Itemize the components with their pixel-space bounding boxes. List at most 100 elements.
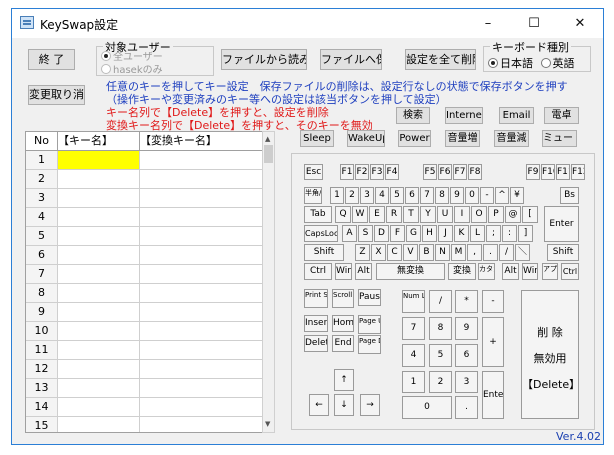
- key-letter[interactable]: T: [403, 206, 419, 223]
- keyname-cell[interactable]: [58, 170, 140, 189]
- key-function[interactable]: F3: [370, 164, 384, 180]
- key-numpad-subtract[interactable]: -: [482, 290, 504, 313]
- special-key-button[interactable]: ミュート: [542, 130, 577, 147]
- keyname-cell[interactable]: [58, 265, 140, 284]
- key-letter[interactable]: O: [471, 206, 487, 223]
- key-number[interactable]: 2: [345, 187, 359, 204]
- kb-japanese-radio[interactable]: 日本語: [488, 57, 533, 70]
- table-row[interactable]: 8: [26, 284, 274, 303]
- scroll-down-icon[interactable]: ▼: [265, 420, 270, 428]
- key-numpad[interactable]: 9: [455, 317, 478, 340]
- keyname-cell[interactable]: [58, 284, 140, 303]
- key-tab[interactable]: Tab: [304, 206, 332, 223]
- key-letter[interactable]: I: [454, 206, 470, 223]
- key-alt-right[interactable]: Alt: [502, 263, 519, 280]
- special-key-button[interactable]: Sleep: [300, 130, 334, 147]
- key-number[interactable]: 3: [360, 187, 374, 204]
- keyname-cell[interactable]: [58, 322, 140, 341]
- key-numpad[interactable]: 6: [455, 344, 478, 367]
- target-all-radio[interactable]: 全ユーザー: [101, 51, 163, 64]
- key-letter[interactable]: ;: [486, 225, 501, 242]
- save-file-button[interactable]: ファイルへ保存: [320, 49, 382, 70]
- key-printscreen[interactable]: Print Scrn: [304, 289, 328, 308]
- table-row[interactable]: 11: [26, 341, 274, 360]
- keyname-cell[interactable]: [58, 398, 140, 417]
- key-delete[interactable]: Delete: [304, 335, 328, 352]
- key-muhenkan[interactable]: 無変換: [376, 263, 445, 280]
- key-function[interactable]: F11: [556, 164, 570, 180]
- key-bs[interactable]: Bs: [560, 187, 579, 204]
- key-win-left[interactable]: Win: [335, 263, 352, 280]
- key-function[interactable]: F10: [541, 164, 555, 180]
- convert-key-cell[interactable]: [140, 170, 274, 189]
- key-apps[interactable]: アプリ: [542, 263, 558, 280]
- table-row[interactable]: 5: [26, 227, 274, 246]
- key-letter[interactable]: @: [505, 206, 521, 223]
- key-function[interactable]: F7: [453, 164, 467, 180]
- key-numpad-dot[interactable]: .: [455, 396, 478, 419]
- key-numpad[interactable]: 8: [429, 317, 452, 340]
- keyname-cell[interactable]: [58, 417, 140, 432]
- convert-key-cell[interactable]: [140, 265, 274, 284]
- arrow-right-icon[interactable]: →: [360, 394, 380, 416]
- key-letter[interactable]: W: [352, 206, 368, 223]
- key-letter[interactable]: F: [390, 225, 405, 242]
- convert-key-cell[interactable]: [140, 360, 274, 379]
- key-letter[interactable]: Q: [335, 206, 351, 223]
- key-numlock[interactable]: Num Lock: [402, 290, 425, 313]
- key-letter[interactable]: Y: [420, 206, 436, 223]
- key-numpad-divide[interactable]: /: [429, 290, 452, 313]
- keyname-cell[interactable]: [58, 246, 140, 265]
- key-letter[interactable]: Z: [355, 244, 370, 261]
- key-letter[interactable]: :: [502, 225, 517, 242]
- key-letter[interactable]: B: [419, 244, 434, 261]
- special-key-button[interactable]: 電卓: [544, 107, 579, 124]
- undo-changes-button[interactable]: 変更取り消し: [28, 85, 85, 105]
- key-win-right[interactable]: Win: [522, 263, 538, 280]
- keyname-cell[interactable]: [58, 189, 140, 208]
- key-pause[interactable]: Pause: [358, 289, 381, 306]
- key-letter[interactable]: J: [438, 225, 453, 242]
- arrow-down-icon[interactable]: ↓: [334, 394, 354, 416]
- special-key-button[interactable]: WakeUp: [347, 130, 385, 147]
- minimize-button[interactable]: –: [465, 9, 511, 38]
- key-henkan[interactable]: 変換: [448, 263, 476, 280]
- convert-key-cell[interactable]: [140, 379, 274, 398]
- key-letter[interactable]: A: [342, 225, 357, 242]
- key-letter[interactable]: H: [422, 225, 437, 242]
- key-letter[interactable]: G: [406, 225, 421, 242]
- key-numpad[interactable]: 5: [429, 344, 452, 367]
- keyname-cell[interactable]: [58, 227, 140, 246]
- key-function[interactable]: F4: [385, 164, 399, 180]
- key-number[interactable]: 8: [435, 187, 449, 204]
- keyname-cell[interactable]: [58, 341, 140, 360]
- exit-button[interactable]: 終 了: [28, 49, 75, 70]
- key-insert[interactable]: Insert: [304, 315, 328, 332]
- convert-key-cell[interactable]: [140, 322, 274, 341]
- table-row[interactable]: 3: [26, 189, 274, 208]
- key-function[interactable]: F1: [340, 164, 354, 180]
- key-letter[interactable]: ,: [467, 244, 482, 261]
- key-esc[interactable]: Esc: [304, 164, 323, 180]
- key-function[interactable]: F5: [423, 164, 437, 180]
- keyname-cell[interactable]: [58, 360, 140, 379]
- table-scrollbar[interactable]: ▲ ▼: [262, 131, 275, 433]
- key-function[interactable]: F12: [571, 164, 585, 180]
- key-numpad-zero[interactable]: 0: [402, 396, 452, 419]
- key-letter[interactable]: E: [369, 206, 385, 223]
- key-letter[interactable]: ]: [518, 225, 533, 242]
- key-home[interactable]: Home: [332, 315, 354, 332]
- key-letter[interactable]: .: [483, 244, 498, 261]
- convert-key-cell[interactable]: [140, 341, 274, 360]
- keyname-cell[interactable]: [58, 379, 140, 398]
- key-number[interactable]: 0: [465, 187, 479, 204]
- key-numpad[interactable]: 1: [402, 371, 425, 393]
- table-row[interactable]: 14: [26, 398, 274, 417]
- table-row[interactable]: 12: [26, 360, 274, 379]
- key-hankaku[interactable]: 半角/全角: [304, 187, 322, 204]
- convert-key-cell[interactable]: [140, 208, 274, 227]
- convert-key-cell[interactable]: [140, 246, 274, 265]
- key-letter[interactable]: V: [403, 244, 418, 261]
- scroll-thumb[interactable]: [264, 145, 273, 163]
- key-numpad-multiply[interactable]: *: [455, 290, 478, 313]
